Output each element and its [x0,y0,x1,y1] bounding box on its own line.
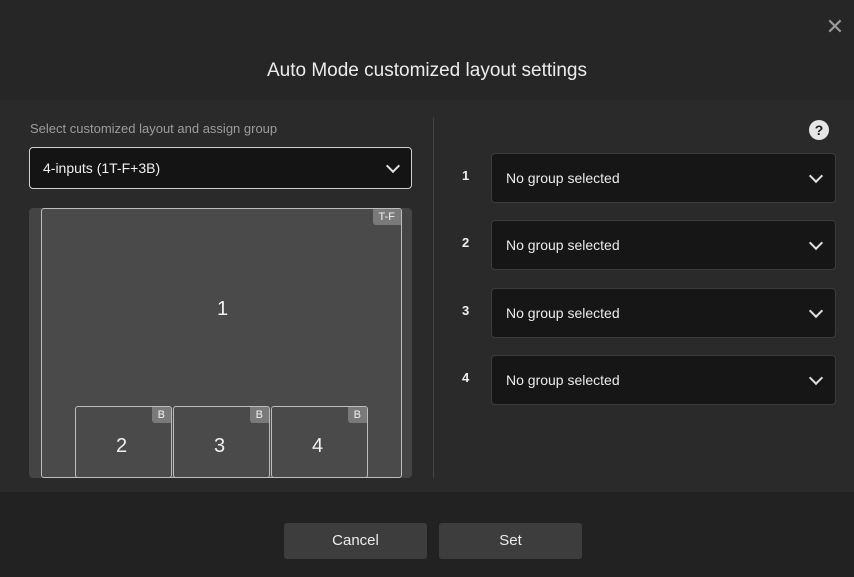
layout-tile-bottom: 3 B [173,406,270,478]
group-index: 3 [462,303,470,318]
tile-badge: B [249,407,269,423]
group-select-value: No group selected [506,170,620,186]
layout-settings-dialog: Auto Mode customized layout settings ✕ S… [0,0,854,577]
dialog-footer [0,492,854,577]
group-select[interactable]: No group selected [491,153,836,203]
tile-number: 1 [217,298,229,320]
cancel-button[interactable]: Cancel [284,523,427,559]
layout-select-label: Select customized layout and assign grou… [30,121,278,136]
chevron-down-icon [808,303,824,318]
layout-select-value: 4-inputs (1T-F+3B) [43,160,161,176]
group-select[interactable]: No group selected [491,288,836,338]
chevron-down-icon [808,370,824,385]
layout-select[interactable]: 4-inputs (1T-F+3B) [29,147,412,189]
tile-number: 3 [214,435,226,457]
group-index: 1 [462,168,470,183]
group-index: 2 [462,235,470,250]
chevron-down-icon [385,158,401,173]
group-select-value: No group selected [506,237,620,253]
tile-badge: B [151,407,171,423]
group-select[interactable]: No group selected [491,355,836,405]
set-button[interactable]: Set [439,523,582,559]
dialog-header: Auto Mode customized layout settings ✕ [0,0,854,100]
layout-preview: 1 T-F 2 B 3 B 4 B [29,208,412,478]
tile-number: 2 [116,435,128,457]
layout-tile-bottom: 2 B [75,406,172,478]
group-select-value: No group selected [506,372,620,388]
group-select[interactable]: No group selected [491,220,836,270]
tile-badge: T-F [372,209,401,225]
close-icon[interactable]: ✕ [824,16,846,38]
dialog-title: Auto Mode customized layout settings [266,60,587,81]
help-icon[interactable]: ? [809,120,829,140]
layout-tile-bottom: 4 B [271,406,368,478]
tile-number: 4 [312,435,324,457]
chevron-down-icon [808,235,824,250]
chevron-down-icon [808,168,824,183]
group-select-value: No group selected [506,305,620,321]
tile-badge: B [347,407,367,423]
column-divider [433,118,434,478]
group-index: 4 [462,370,470,385]
